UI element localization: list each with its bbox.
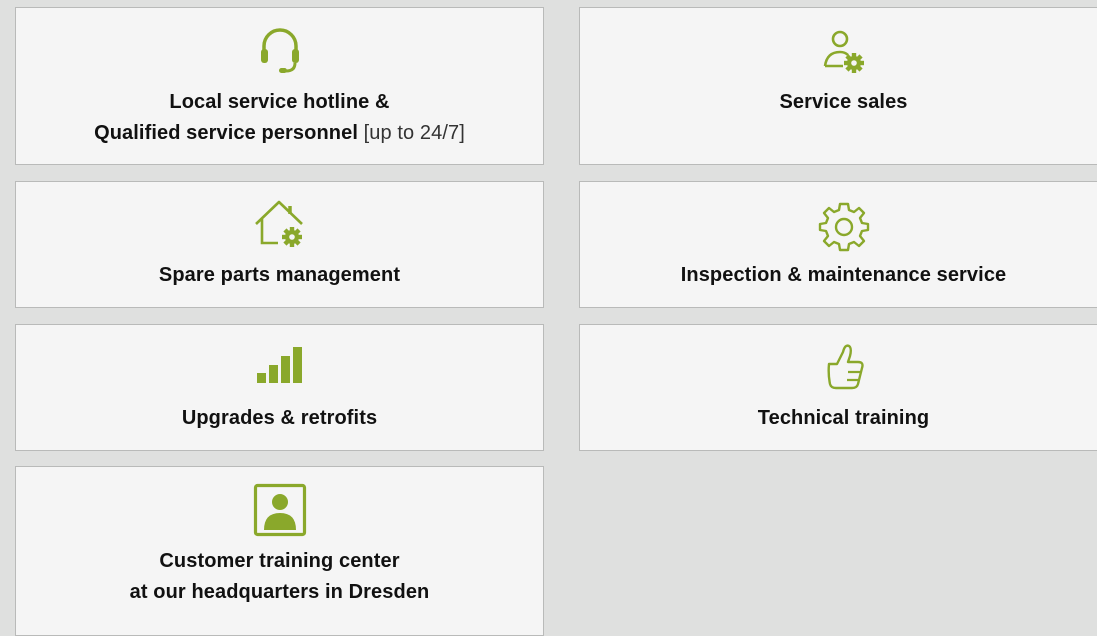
thumbs-up-icon: [826, 344, 864, 390]
tile-technical-training: Technical training: [579, 324, 1097, 451]
tile-customer-training-center: Customer training center at our headquar…: [15, 466, 544, 636]
tile-service-hotline-line2: Qualified service personnel [up to 24/7]: [16, 118, 543, 149]
tile-technical-training-text: Technical training: [580, 403, 1097, 434]
house-gear-icon: [254, 200, 303, 247]
tile-service-hotline-line2-text: Qualified service personnel: [94, 122, 358, 144]
tile-customer-training-center-line1: Customer training center: [159, 550, 400, 572]
tile-customer-training-center-line2: at our headquarters in Dresden: [129, 581, 430, 603]
tile-service-hotline-text: Local service hotline & Qualified servic…: [16, 87, 543, 149]
tile-inspection-maintenance-text: Inspection & maintenance service: [580, 260, 1097, 291]
tile-upgrades-retrofits-line1: Upgrades & retrofits: [181, 407, 378, 429]
tile-upgrades-retrofits-text: Upgrades & retrofits: [16, 403, 543, 434]
user-portrait-icon: [253, 483, 306, 537]
user-gear-icon: [823, 30, 864, 73]
gear-icon: [818, 202, 869, 252]
tile-service-hotline-line1: Local service hotline &: [169, 91, 390, 113]
tile-upgrades-retrofits: Upgrades & retrofits: [15, 324, 544, 451]
tile-customer-training-center-text: Customer training center at our headquar…: [16, 546, 543, 608]
tile-inspection-maintenance: Inspection & maintenance service: [579, 181, 1097, 308]
tile-service-sales-text: Service sales: [580, 87, 1097, 118]
tile-spare-parts-text: Spare parts management: [16, 260, 543, 291]
tile-service-hotline-note: [up to 24/7]: [357, 122, 465, 144]
tile-inspection-maintenance-line1: Inspection & maintenance service: [680, 264, 1007, 286]
tile-service-hotline: Local service hotline & Qualified servic…: [15, 7, 544, 165]
tile-spare-parts: Spare parts management: [15, 181, 544, 308]
tile-service-sales: Service sales: [579, 7, 1097, 165]
tile-service-sales-line1: Service sales: [779, 91, 908, 113]
signal-bars-icon: [256, 347, 302, 383]
headset-icon: [260, 28, 299, 73]
tile-technical-training-line1: Technical training: [757, 407, 930, 429]
tile-spare-parts-line1: Spare parts management: [158, 264, 401, 286]
